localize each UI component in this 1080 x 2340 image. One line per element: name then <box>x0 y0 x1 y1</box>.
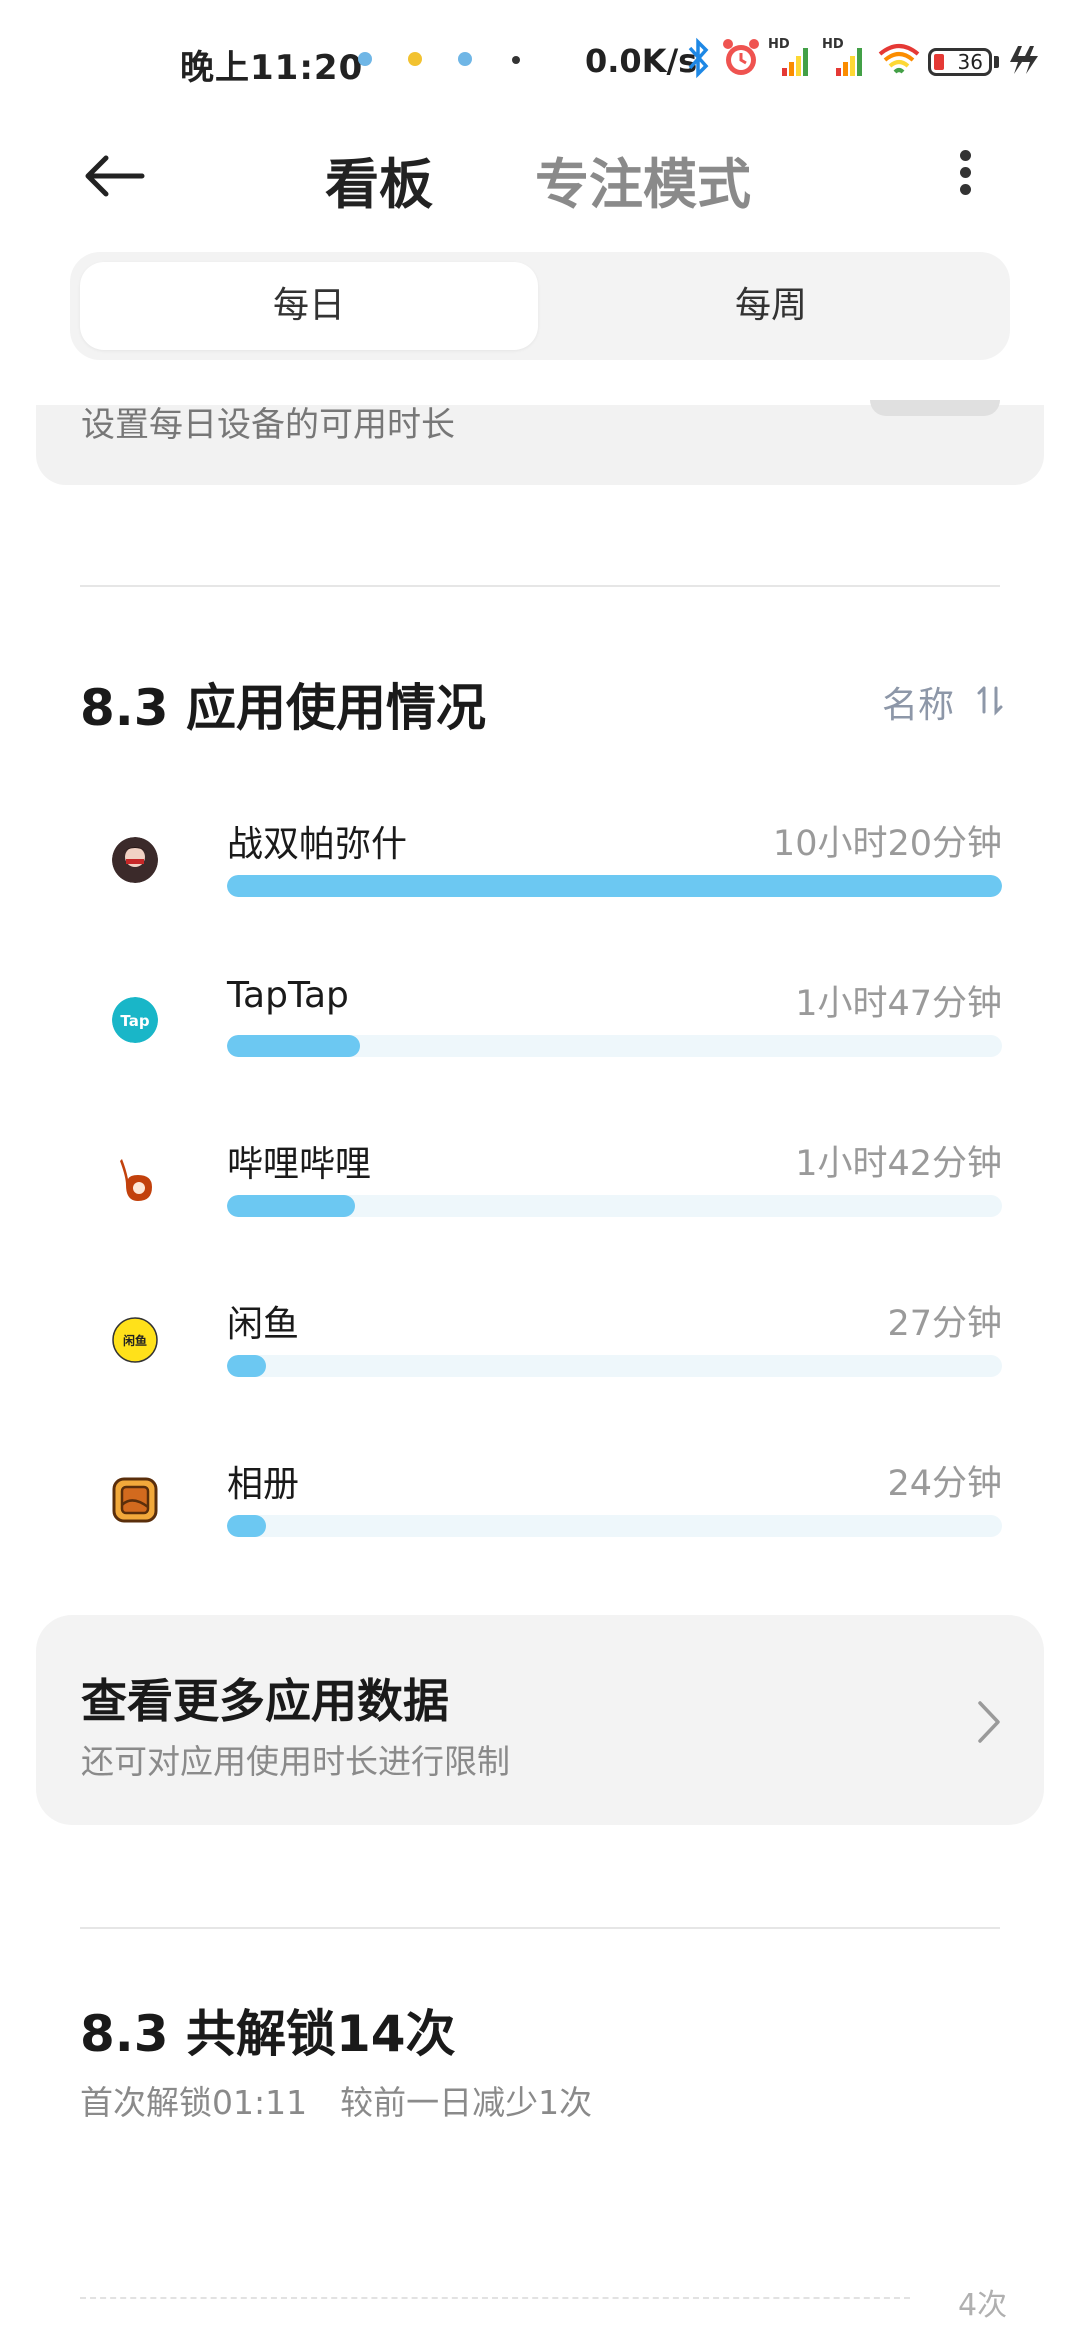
app-usage-row[interactable]: 哔哩哔哩 1小时42分钟 <box>0 1135 1080 1255</box>
screen-time-limit-card[interactable]: 设置每日设备的可用时长 <box>36 405 1044 485</box>
tab-focus-mode[interactable]: 专注模式 <box>535 140 751 219</box>
alarm-icon <box>723 39 759 75</box>
usage-bar-fill <box>227 1195 355 1217</box>
dot-icon <box>512 56 520 64</box>
usage-bar-fill <box>227 1355 266 1377</box>
app-usage-time: 10小时20分钟 <box>772 824 1002 864</box>
app-usage-time: 24分钟 <box>887 1464 1002 1504</box>
usage-bar-track <box>227 1355 1002 1377</box>
more-app-data-subtitle: 还可对应用使用时长进行限制 <box>81 1742 510 1781</box>
battery-level: 36 <box>957 50 983 74</box>
app-name: 闲鱼 <box>227 1304 300 1345</box>
more-options-icon[interactable] <box>950 144 980 204</box>
tab-dashboard[interactable]: 看板 <box>325 140 433 219</box>
game-avatar-icon <box>112 837 158 883</box>
divider <box>80 585 1000 587</box>
app-name: 相册 <box>227 1464 300 1505</box>
status-time: 晚上11:20 <box>180 48 364 88</box>
unlock-count-subtitle: 首次解锁01:11 较前一日减少1次 <box>80 2083 593 2122</box>
usage-bar-track <box>227 1515 1002 1537</box>
app-usage-row[interactable]: 战双帕弥什 10小时20分钟 <box>0 815 1080 935</box>
usage-bar-fill <box>227 875 1002 897</box>
emoji-icon <box>408 52 422 66</box>
signal-hd-icon: HD <box>822 37 862 76</box>
app-usage-row[interactable]: 相册 24分钟 <box>0 1455 1080 1575</box>
wifi-icon <box>878 44 920 74</box>
usage-bar-track <box>227 1195 1002 1217</box>
app-name: 战双帕弥什 <box>227 824 408 865</box>
app-usage-row[interactable]: Tap TapTap 1小时47分钟 <box>0 975 1080 1095</box>
app-header: 看板 专注模式 <box>0 120 1080 230</box>
svg-text:Tap: Tap <box>120 1012 149 1030</box>
app-usage-row[interactable]: 闲鱼 闲鱼 27分钟 <box>0 1295 1080 1415</box>
usage-bar-fill <box>227 1035 361 1057</box>
segment-daily[interactable]: 每日 <box>80 262 538 350</box>
status-bar: 晚上11:20 0.0K/s HD HD 36 <box>0 0 1080 120</box>
usage-bar-track <box>227 1035 1002 1057</box>
period-segmented-control: 每日 每周 <box>70 252 1010 360</box>
usage-bar-track <box>227 875 1002 897</box>
chart-gridline <box>80 2297 910 2299</box>
app-usage-time: 27分钟 <box>887 1304 1002 1344</box>
app-name: TapTap <box>227 975 349 1016</box>
more-app-data-card[interactable]: 查看更多应用数据 还可对应用使用时长进行限制 <box>36 1615 1044 1825</box>
bilibili-icon <box>120 1159 152 1201</box>
back-arrow-icon[interactable] <box>80 146 150 206</box>
svg-text:闲鱼: 闲鱼 <box>123 1333 147 1348</box>
unlock-count-title: 8.3 共解锁14次 <box>80 2005 456 2063</box>
sort-icon[interactable] <box>976 680 1004 720</box>
screen-time-toggle[interactable] <box>870 400 1000 416</box>
screen-time-limit-desc: 设置每日设备的可用时长 <box>81 405 455 445</box>
app-usage-time: 1小时42分钟 <box>795 1144 1002 1184</box>
app-name: 哔哩哔哩 <box>227 1144 372 1185</box>
chart-axis-label: 4次 <box>958 2288 1008 2323</box>
usage-bar-fill <box>227 1515 266 1537</box>
notification-dot-icon <box>358 52 372 66</box>
divider <box>80 1927 1000 1929</box>
sort-by-name-button[interactable]: 名称 <box>882 676 954 728</box>
bluetooth-icon <box>688 37 709 79</box>
signal-hd-icon: HD <box>768 37 808 76</box>
app-usage-title: 8.3 应用使用情况 <box>80 679 486 737</box>
xianyu-icon: 闲鱼 <box>112 1317 158 1363</box>
notification-dot-icon <box>458 52 472 66</box>
segment-weekly[interactable]: 每周 <box>542 262 1000 350</box>
chevron-right-icon <box>978 1701 1000 1743</box>
net-speed: 0.0K/s <box>585 42 698 80</box>
battery-icon: 36 <box>928 48 992 76</box>
taptap-icon: Tap <box>112 997 158 1043</box>
app-usage-time: 1小时47分钟 <box>795 984 1002 1024</box>
gallery-icon <box>112 1477 158 1523</box>
svg-text:HD: HD <box>768 37 790 52</box>
charging-icon <box>1010 46 1038 74</box>
svg-text:HD: HD <box>822 37 844 52</box>
more-app-data-title: 查看更多应用数据 <box>81 1674 449 1728</box>
